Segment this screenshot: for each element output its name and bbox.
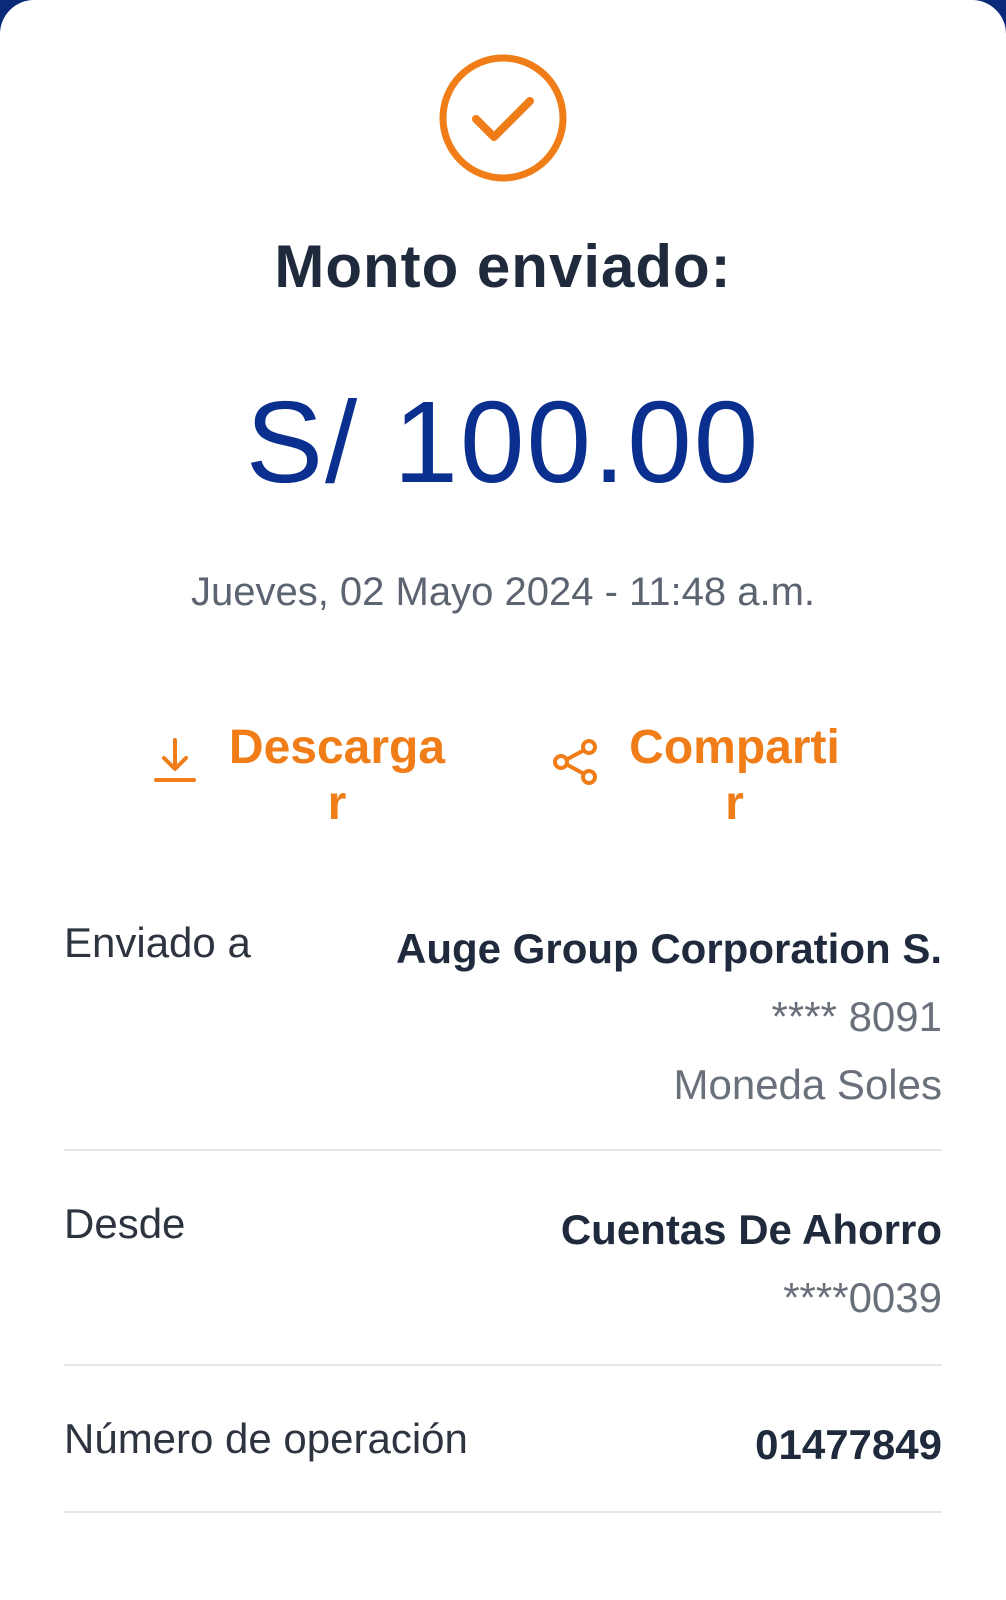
recipient-label: Enviado a bbox=[64, 919, 251, 966]
source-row: Desde Cuentas De Ahorro ****0039 bbox=[64, 1196, 942, 1336]
check-circle-icon bbox=[439, 54, 567, 182]
page-title: Monto enviado: bbox=[274, 233, 732, 300]
recipient-currency: Moneda Soles bbox=[673, 1061, 942, 1108]
operation-details: 01477849 bbox=[755, 1411, 942, 1479]
operation-label: Número de operación bbox=[64, 1415, 468, 1462]
source-label: Desde bbox=[64, 1200, 186, 1247]
receipt-card: Monto enviado: S/ 100.00 Jueves, 02 Mayo… bbox=[0, 0, 1006, 1600]
divider bbox=[64, 1149, 942, 1151]
source-account: ****0039 bbox=[783, 1274, 942, 1321]
source-details: Cuentas De Ahorro ****0039 bbox=[561, 1196, 942, 1332]
download-icon bbox=[154, 738, 196, 782]
source-account-type: Cuentas De Ahorro bbox=[560, 1206, 942, 1253]
transfer-amount: S/ 100.00 bbox=[245, 377, 761, 507]
recipient-account: **** 8091 bbox=[771, 993, 942, 1040]
recipient-row: Enviado a Auge Group Corporation S. ****… bbox=[64, 915, 942, 1125]
recipient-details: Auge Group Corporation S. **** 8091 Mone… bbox=[396, 915, 942, 1119]
operation-number: 01477849 bbox=[755, 1421, 942, 1468]
recipient-name: Auge Group Corporation S. bbox=[396, 925, 942, 972]
share-button[interactable]: Compartir bbox=[552, 720, 847, 832]
divider bbox=[64, 1364, 942, 1366]
share-label: Compartir bbox=[629, 721, 840, 830]
divider bbox=[64, 1511, 942, 1513]
transfer-datetime: Jueves, 02 Mayo 2024 - 11:48 a.m. bbox=[190, 570, 816, 614]
download-button[interactable]: Descargar bbox=[152, 720, 452, 832]
download-label: Descargar bbox=[228, 721, 446, 830]
share-icon bbox=[553, 739, 597, 785]
operation-row: Número de operación 01477849 bbox=[64, 1411, 942, 1481]
